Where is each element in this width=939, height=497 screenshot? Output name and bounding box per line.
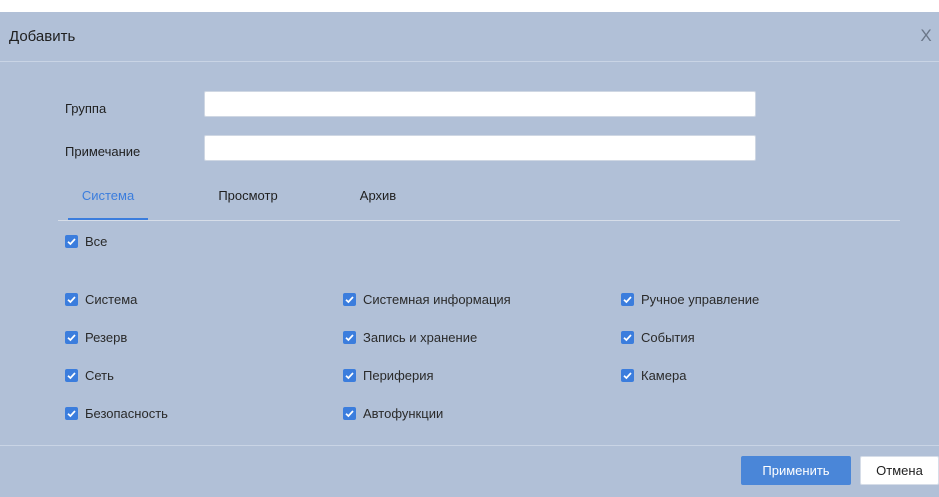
dialog-titlebar: Добавить X: [0, 12, 939, 62]
checkmark-icon: [65, 235, 78, 248]
add-dialog: Добавить X Группа Примечание Система Про…: [0, 12, 939, 497]
checkmark-icon: [621, 293, 634, 306]
checkbox-events[interactable]: События: [621, 330, 695, 345]
checkbox-network-label: Сеть: [85, 368, 114, 383]
checkmark-icon: [343, 331, 356, 344]
active-tab-indicator: [68, 218, 148, 220]
dialog-title: Добавить: [9, 28, 76, 45]
note-label: Примечание: [65, 144, 141, 159]
tab-archive-label: Архив: [359, 188, 397, 203]
checkbox-system-label: Система: [85, 292, 138, 307]
checkbox-system-info[interactable]: Системная информация: [343, 292, 511, 307]
checkbox-all-label: Все: [85, 234, 108, 249]
group-input[interactable]: [204, 91, 756, 117]
checkmark-icon: [65, 293, 78, 306]
checkbox-peripherals-label: Периферия: [363, 368, 434, 383]
tab-system[interactable]: Система: [68, 188, 148, 220]
note-input[interactable]: [204, 135, 756, 161]
checkmark-icon: [343, 369, 356, 382]
permission-tabs: Система Просмотр Архив: [58, 184, 900, 221]
checkmark-icon: [621, 369, 634, 382]
checkmark-icon: [621, 331, 634, 344]
checkmark-icon: [65, 407, 78, 420]
checkbox-record-storage-label: Запись и хранение: [363, 330, 478, 345]
checkbox-security-label: Безопасность: [85, 406, 168, 421]
checkbox-backup[interactable]: Резерв: [65, 330, 127, 345]
checkbox-manual-control-label: Ручное управление: [641, 292, 760, 307]
checkmark-icon: [65, 331, 78, 344]
checkbox-security[interactable]: Безопасность: [65, 406, 168, 421]
checkbox-events-label: События: [641, 330, 695, 345]
checkmark-icon: [343, 293, 356, 306]
tab-archive[interactable]: Архив: [353, 188, 403, 219]
checkbox-network[interactable]: Сеть: [65, 368, 114, 383]
checkbox-autofunctions-label: Автофункции: [363, 406, 444, 421]
cancel-button[interactable]: Отмена: [860, 456, 939, 485]
footer-divider: [0, 445, 939, 446]
checkmark-icon: [343, 407, 356, 420]
tab-live-view-label: Просмотр: [218, 188, 278, 203]
apply-button[interactable]: Применить: [741, 456, 851, 485]
checkbox-system-info-label: Системная информация: [363, 292, 511, 307]
group-label: Группа: [65, 101, 107, 116]
close-icon[interactable]: X: [916, 26, 936, 46]
checkbox-backup-label: Резерв: [85, 330, 128, 345]
checkbox-peripherals[interactable]: Периферия: [343, 368, 434, 383]
checkbox-camera-label: Камера: [641, 368, 687, 383]
tab-system-label: Система: [81, 188, 135, 203]
checkbox-autofunctions[interactable]: Автофункции: [343, 406, 443, 421]
checkbox-camera[interactable]: Камера: [621, 368, 686, 383]
checkbox-manual-control[interactable]: Ручное управление: [621, 292, 759, 307]
checkbox-all[interactable]: Все: [65, 234, 107, 249]
checkbox-record-storage[interactable]: Запись и хранение: [343, 330, 477, 345]
checkbox-system[interactable]: Система: [65, 292, 137, 307]
checkmark-icon: [65, 369, 78, 382]
tab-live-view[interactable]: Просмотр: [213, 188, 283, 219]
